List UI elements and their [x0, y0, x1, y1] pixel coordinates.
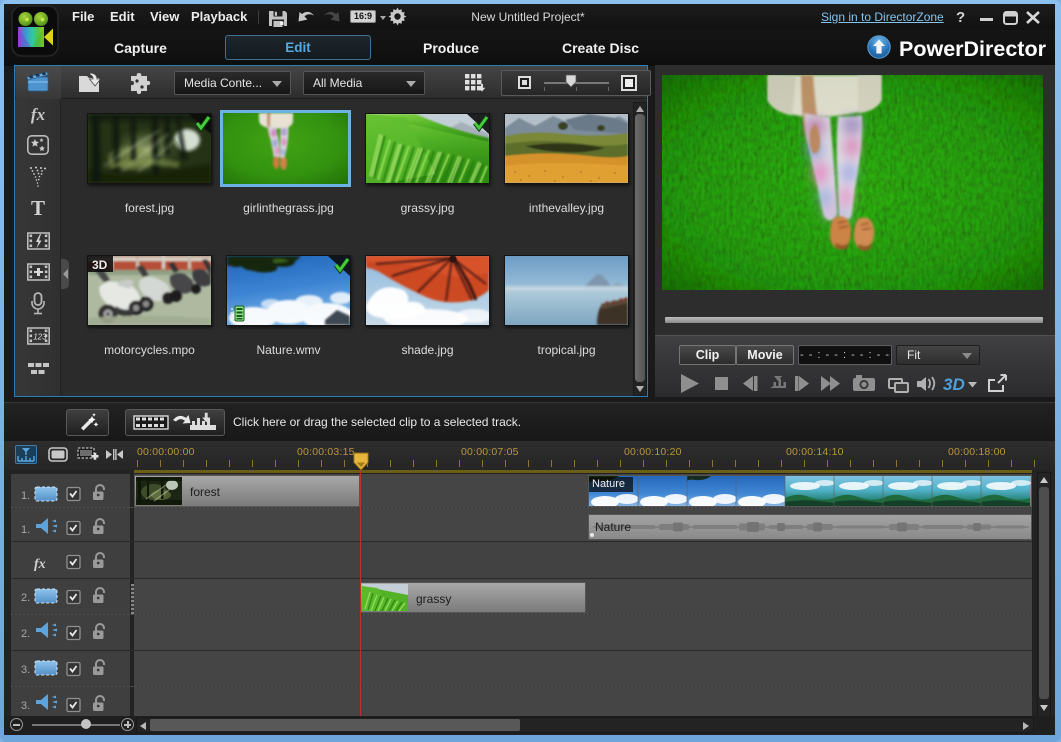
svg-text:1.: 1.: [21, 490, 30, 502]
svg-text:3.: 3.: [21, 664, 30, 676]
svg-text:1.: 1.: [21, 524, 30, 536]
svg-text:123: 123: [33, 333, 47, 342]
svg-text:3.: 3.: [21, 700, 30, 712]
svg-text:2.: 2.: [21, 628, 30, 640]
svg-text:3D: 3D: [92, 258, 108, 272]
svg-text:3D: 3D: [943, 375, 965, 394]
svg-text:2.: 2.: [21, 592, 30, 604]
svg-text:fx: fx: [34, 557, 46, 572]
